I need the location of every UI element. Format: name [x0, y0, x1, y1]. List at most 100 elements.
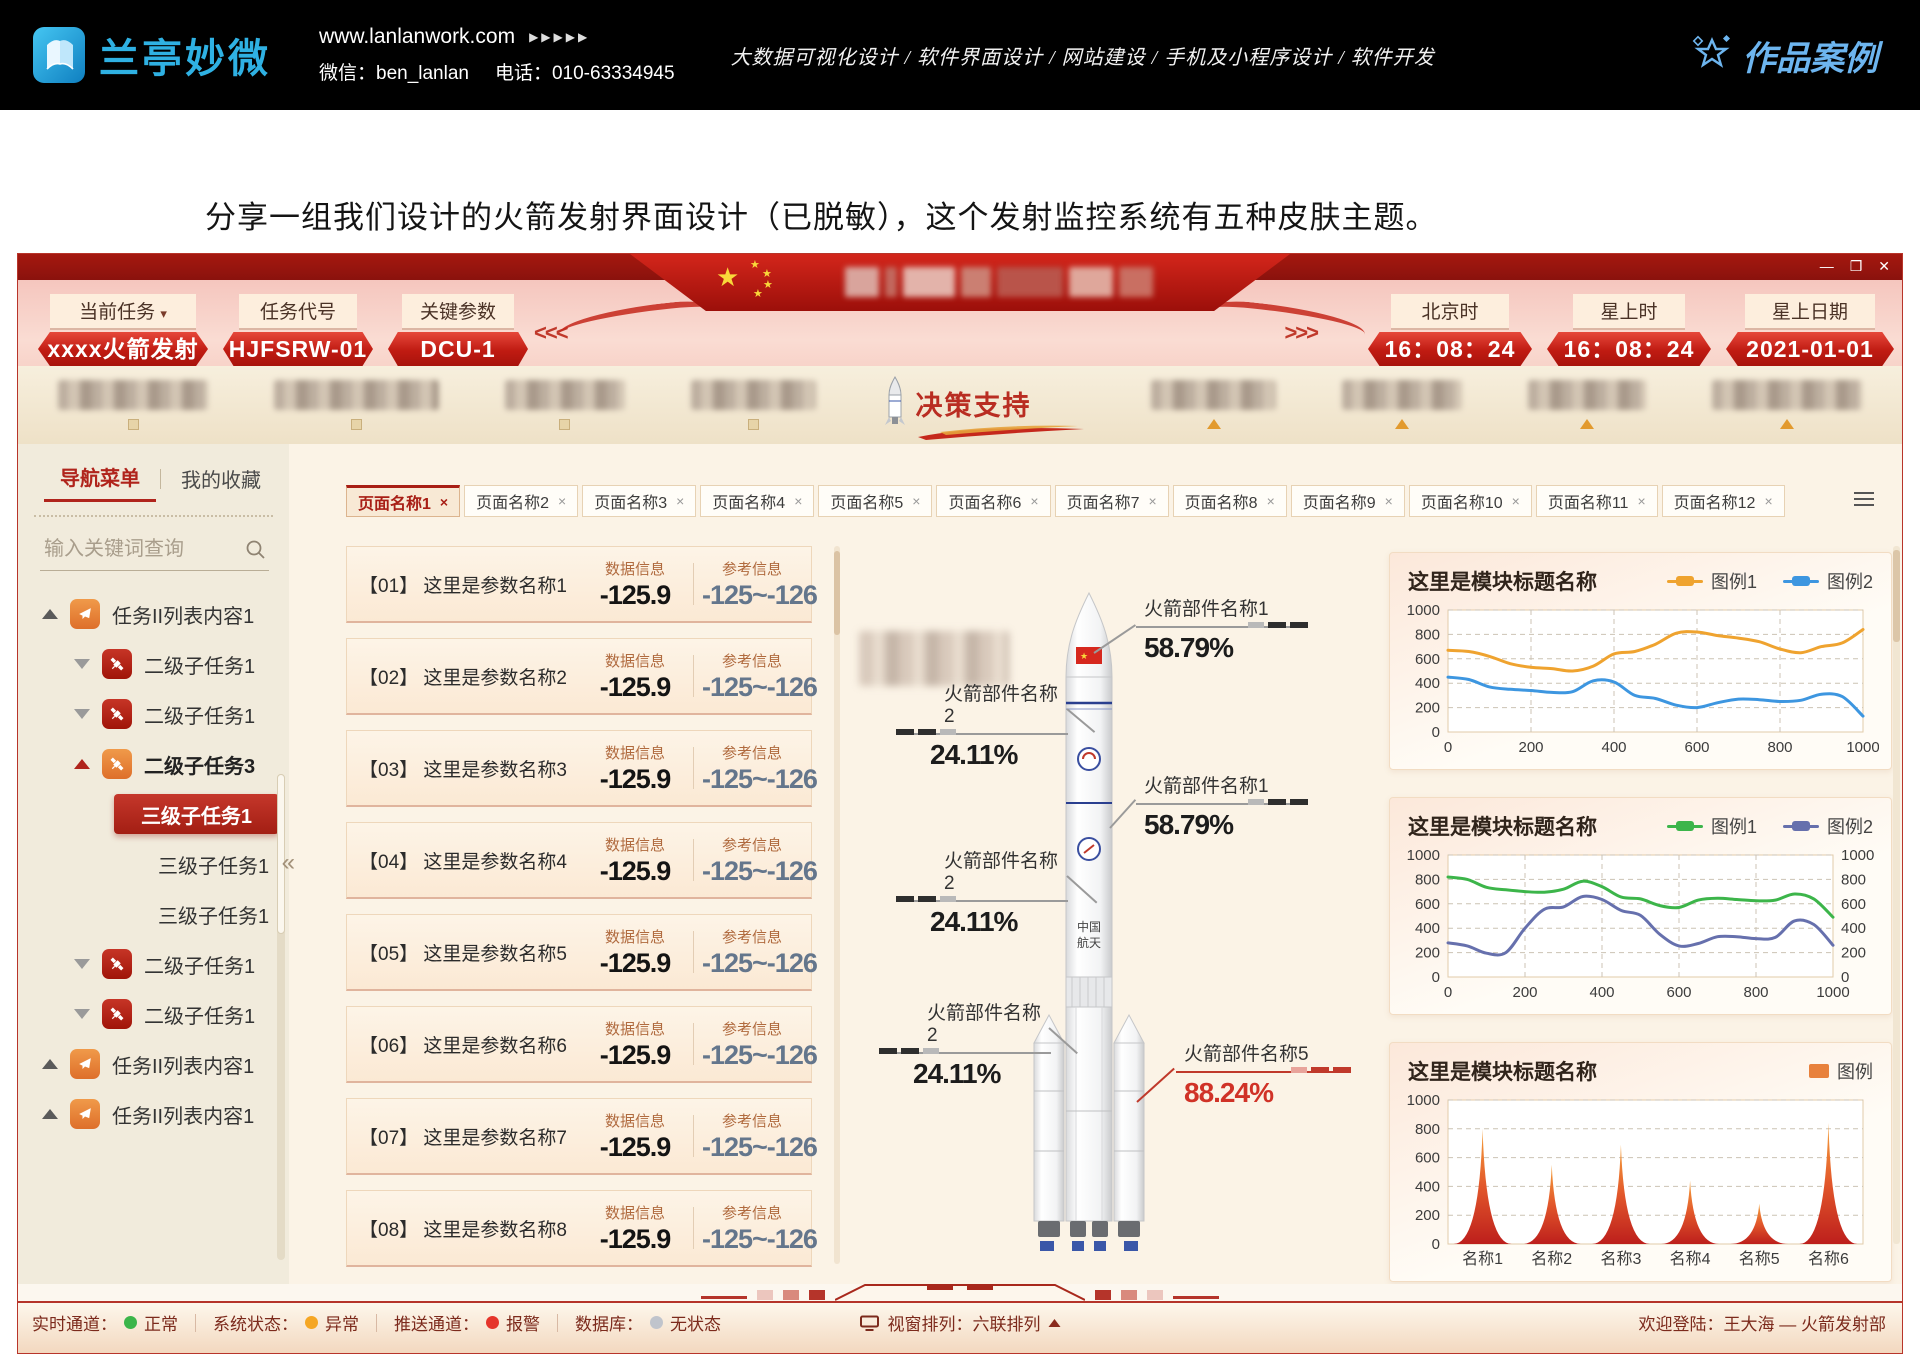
- page-tab[interactable]: 页面名称12×: [1662, 485, 1785, 517]
- tree-expander-icon[interactable]: [74, 1009, 90, 1019]
- page-tab[interactable]: 页面名称3×: [582, 485, 696, 517]
- nav-item-blurred[interactable]: [1528, 380, 1646, 429]
- tree-item[interactable]: 三级子任务1: [18, 839, 289, 889]
- tab-close-icon[interactable]: ×: [1637, 493, 1645, 509]
- tree-item[interactable]: 二级子任务3: [18, 739, 289, 789]
- tab-close-icon[interactable]: ×: [794, 493, 802, 509]
- page-tab[interactable]: 页面名称4×: [700, 485, 814, 517]
- tab-close-icon[interactable]: ×: [1512, 493, 1520, 509]
- nav-item-blurred[interactable]: [58, 380, 208, 430]
- minimize-button[interactable]: —: [1820, 257, 1834, 275]
- status-dot-icon: [124, 1316, 137, 1329]
- search-icon[interactable]: [245, 539, 267, 561]
- nav-item-blurred[interactable]: [505, 380, 625, 430]
- svg-text:400: 400: [1841, 920, 1866, 937]
- callout-rule: [1136, 626, 1308, 628]
- nav-item-blurred[interactable]: [691, 380, 816, 430]
- page-tab[interactable]: 页面名称2×: [464, 485, 578, 517]
- legend-item[interactable]: 图例2: [1783, 813, 1873, 839]
- param-name: 【05】 这里是参数名称5: [359, 939, 585, 966]
- tree-item[interactable]: 三级子任务1: [18, 889, 289, 939]
- nav-item-decision-support[interactable]: 决策支持: [882, 376, 1086, 446]
- param-data-label: 数据信息: [585, 1110, 685, 1131]
- maximize-button[interactable]: ❒: [1850, 257, 1863, 275]
- tree-expander-icon[interactable]: [74, 709, 90, 719]
- legend-item[interactable]: 图例2: [1783, 568, 1873, 594]
- page-tab[interactable]: 页面名称11×: [1536, 485, 1658, 517]
- tree-item[interactable]: 任务II列表内容1: [18, 1089, 289, 1139]
- tree-item[interactable]: 任务II列表内容1: [18, 589, 289, 639]
- tree-item[interactable]: 二级子任务1: [18, 939, 289, 989]
- svg-text:800: 800: [1415, 626, 1440, 643]
- satellite-icon: [102, 749, 132, 779]
- window-layout-control[interactable]: 视窗排列：六联排列: [860, 1310, 1061, 1335]
- tree-expander-icon[interactable]: [74, 659, 90, 669]
- sidebar-tab-nav-menu[interactable]: 导航菜单: [44, 456, 156, 502]
- status-item: 数据库：无状态: [575, 1310, 721, 1335]
- current-mission-dropdown[interactable]: 当前任务 ▾: [50, 294, 196, 330]
- param-name: 【04】 这里是参数名称4: [359, 847, 585, 874]
- blurred-nav-label: [274, 380, 439, 410]
- page-tab[interactable]: 页面名称7×: [1055, 485, 1169, 517]
- page-tab[interactable]: 页面名称10×: [1409, 485, 1532, 517]
- tree-expander-icon[interactable]: [42, 1109, 58, 1119]
- portfolio-link[interactable]: 作品案例: [1692, 31, 1878, 80]
- tab-close-icon[interactable]: ×: [676, 493, 684, 509]
- tree-item[interactable]: 二级子任务1: [18, 989, 289, 1039]
- tree-expander-icon[interactable]: [74, 759, 90, 769]
- tab-close-icon[interactable]: ×: [1764, 493, 1772, 509]
- param-ref-label: 参考信息: [702, 742, 802, 763]
- tabs-menu-icon[interactable]: [1854, 492, 1874, 510]
- sidebar-tab-favorites[interactable]: 我的收藏: [165, 458, 277, 501]
- callout-value: 58.79%: [1136, 809, 1308, 841]
- tree-item[interactable]: 二级子任务1: [18, 689, 289, 739]
- tab-close-icon[interactable]: ×: [1267, 493, 1275, 509]
- legend-item[interactable]: 图例1: [1667, 568, 1757, 594]
- tab-close-icon[interactable]: ×: [912, 493, 920, 509]
- sidebar-scrollbar[interactable]: [277, 774, 285, 1260]
- tree-expander-icon[interactable]: [42, 609, 58, 619]
- nav-item-blurred[interactable]: [1151, 380, 1276, 429]
- close-button[interactable]: ✕: [1878, 257, 1890, 275]
- page-tab[interactable]: 页面名称6×: [936, 485, 1050, 517]
- tab-close-icon[interactable]: ×: [1030, 493, 1038, 509]
- rocket-callout: 火箭部件名称224.11%: [896, 679, 1068, 771]
- tree-expander-icon[interactable]: [42, 1059, 58, 1069]
- tree-item-label: 任务II列表内容1: [112, 600, 254, 629]
- page-tab[interactable]: 页面名称8×: [1173, 485, 1287, 517]
- nav-item-blurred[interactable]: [1342, 380, 1462, 429]
- tab-close-icon[interactable]: ×: [1385, 493, 1393, 509]
- svg-text:★: ★: [1080, 651, 1088, 661]
- tree-item[interactable]: 二级子任务1: [18, 639, 289, 689]
- chart-card: 这里是模块标题名称图例1图例20020020040040060060080080…: [1389, 797, 1892, 1015]
- mission-code-field: 任务代号 HJFSRW-01: [223, 294, 373, 366]
- svg-text:400: 400: [1601, 739, 1626, 756]
- tab-close-icon[interactable]: ×: [558, 493, 566, 509]
- tab-close-icon[interactable]: ×: [440, 494, 448, 510]
- svg-text:800: 800: [1415, 1121, 1440, 1138]
- legend-item[interactable]: 图例: [1809, 1058, 1873, 1084]
- page-tab[interactable]: 页面名称1×: [346, 485, 460, 517]
- page-tab[interactable]: 页面名称5×: [818, 485, 932, 517]
- nav-marker-square: [351, 419, 362, 430]
- tree-item-selected[interactable]: 三级子任务1: [114, 794, 279, 834]
- sidebar-collapse-handle[interactable]: «: [282, 849, 295, 877]
- star-sparkle-icon: [1692, 34, 1732, 76]
- tree-item-label: 三级子任务1: [141, 800, 252, 829]
- chart-plot: 0020020040040060060080080010001000020040…: [1402, 845, 1879, 1003]
- sidebar-search: [40, 529, 269, 571]
- legend-item[interactable]: 图例1: [1667, 813, 1757, 839]
- divider: [693, 747, 694, 789]
- search-input[interactable]: [42, 537, 226, 562]
- nav-item-blurred[interactable]: [1712, 380, 1862, 429]
- tree-expander-icon[interactable]: [74, 959, 90, 969]
- tree-item[interactable]: 任务II列表内容1: [18, 1039, 289, 1089]
- status-dot-icon: [486, 1316, 499, 1329]
- services-list: 大数据可视化设计 / 软件界面设计 / 网站建设 / 手机及小程序设计 / 软件…: [731, 41, 1435, 70]
- url-arrows-icon: ▶▶▶▶▶: [529, 30, 590, 44]
- content-scrollbar[interactable]: [1893, 546, 1900, 1244]
- page-tab[interactable]: 页面名称9×: [1291, 485, 1405, 517]
- nav-item-blurred[interactable]: [274, 380, 439, 430]
- flag-star-icon: ★: [750, 258, 760, 271]
- tab-close-icon[interactable]: ×: [1148, 493, 1156, 509]
